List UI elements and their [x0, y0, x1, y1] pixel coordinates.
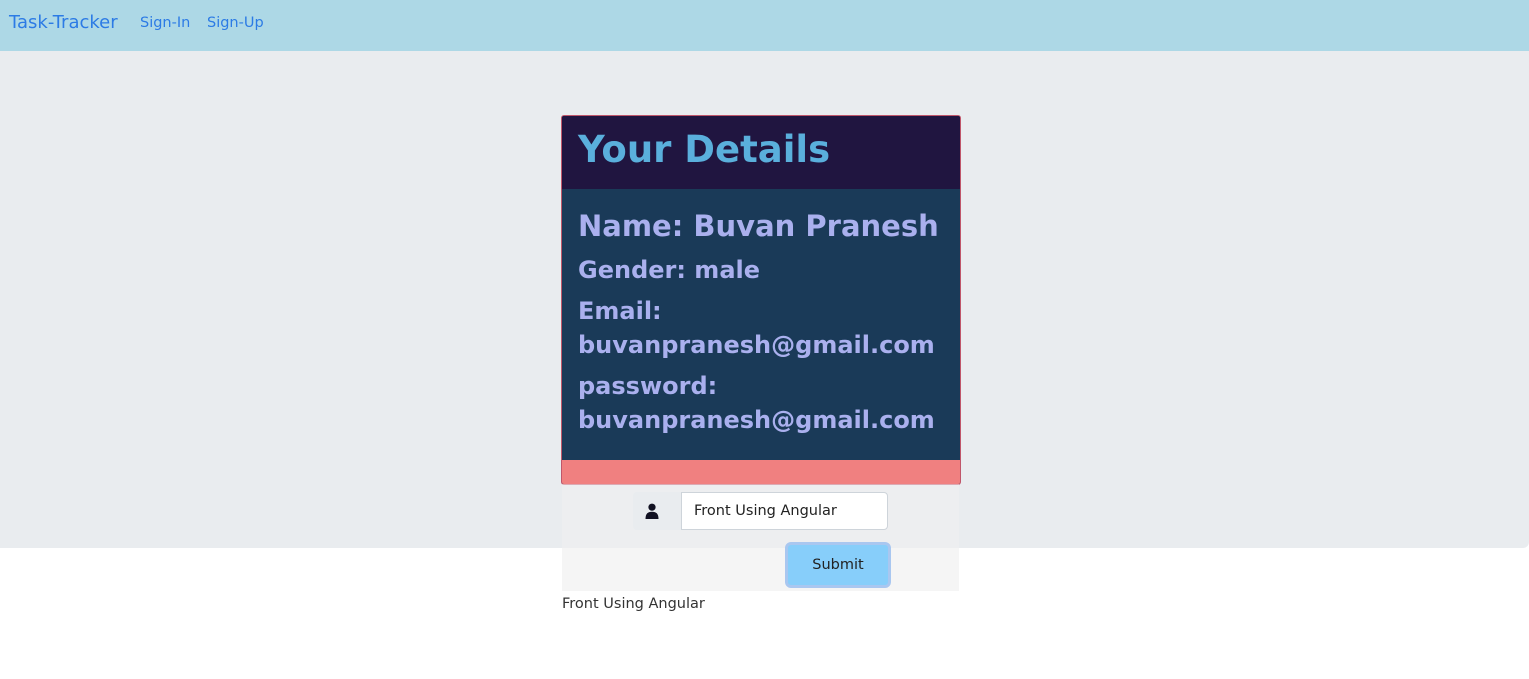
- detail-name: Name: Buvan Pranesh: [578, 209, 939, 243]
- form-area-bottom: [562, 548, 959, 591]
- detail-email-label: Email:: [578, 297, 662, 325]
- output-text: Front Using Angular: [562, 596, 705, 612]
- nav-link-sign-up[interactable]: Sign-Up: [207, 15, 264, 31]
- card-header: Your Details: [562, 116, 960, 189]
- detail-password: password: buvanpranesh@gmail.com: [578, 369, 935, 437]
- detail-password-value: buvanpranesh@gmail.com: [578, 406, 935, 434]
- details-card: Your Details Name: Buvan Pranesh Gender:…: [561, 115, 961, 485]
- nav-link-sign-in[interactable]: Sign-In: [140, 15, 190, 31]
- brand-link[interactable]: Task-Tracker: [9, 12, 118, 33]
- detail-password-label: password:: [578, 372, 718, 400]
- user-icon: [645, 503, 659, 519]
- task-input-group: [633, 492, 888, 530]
- input-prepend: [633, 492, 681, 530]
- detail-email-value: buvanpranesh@gmail.com: [578, 331, 935, 359]
- task-input[interactable]: [681, 492, 888, 530]
- card-body: Name: Buvan Pranesh Gender: male Email: …: [562, 189, 960, 459]
- detail-gender: Gender: male: [578, 256, 761, 284]
- top-navbar: Task-Tracker Sign-In Sign-Up: [0, 0, 1529, 51]
- submit-button[interactable]: Submit: [785, 542, 891, 588]
- card-footer: [562, 460, 960, 484]
- card-title: Your Details: [578, 128, 831, 171]
- detail-email: Email: buvanpranesh@gmail.com: [578, 294, 935, 362]
